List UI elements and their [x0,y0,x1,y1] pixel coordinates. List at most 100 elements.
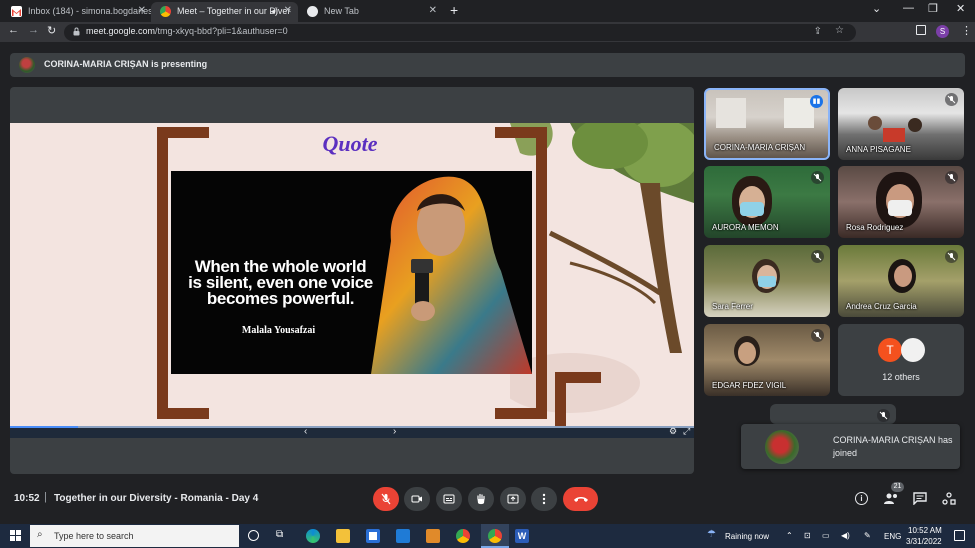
url-text: meet.google.com/tmg-xkyq-bbd?pli=1&authu… [86,26,288,36]
address-bar[interactable]: meet.google.com/tmg-xkyq-bbd?pli=1&authu… [64,24,856,41]
join-toast-line-1: CORINA-MARIA CRIȘAN has [833,435,953,445]
captions-button[interactable] [436,487,462,511]
chrome-icon [160,6,171,17]
quote-image: When the whole world is silent, even one… [171,171,532,374]
browser-toolbar: ← → ↻ meet.google.com/tmg-xkyq-bbd?pli=1… [0,22,975,42]
others-count-label: 12 others [882,372,920,382]
more-vertical-icon [542,493,546,505]
activities-icon [942,492,956,505]
slide-progress-track [78,426,694,428]
join-toast-text: CORINA-MARIA CRIȘAN has joined [833,434,957,460]
language-indicator[interactable]: ENG [884,532,901,541]
participant-name: Andrea Cruz Garcia [846,302,917,311]
mic-off-icon [877,409,890,422]
person-shape [908,118,922,132]
presentation-stage: Quote When the whole world is silent, ev… [10,87,694,474]
people-button[interactable] [883,491,899,505]
captions-icon [443,494,455,504]
reload-icon[interactable]: ↻ [47,24,56,37]
chrome-icon[interactable] [456,529,470,543]
tab-new-tab[interactable]: New Tab ✕ [298,2,443,22]
weather-text[interactable]: Raining now [725,532,769,541]
file-explorer-icon[interactable] [336,529,350,543]
settings-gear-icon[interactable] [426,529,440,543]
participant-tile[interactable]: ▮▮ CORINA-MARIA CRIȘAN [704,88,830,160]
share-icon[interactable]: ⇪ [814,26,822,37]
windows-start-icon[interactable] [10,530,21,541]
tab-google-meet[interactable]: Meet – Together in our Diver ◂) ✕ [151,2,298,22]
participant-tile-hidden [770,404,896,424]
speaker-icon[interactable]: ◂) [270,2,278,20]
forward-arrow-icon[interactable]: → [28,24,39,36]
more-options-button[interactable] [531,487,557,511]
participant-tile[interactable]: EDGAR FDEZ VIGIL [704,324,830,396]
bookmark-star-icon[interactable]: ☆ [835,25,844,36]
restore-icon[interactable]: ❐ [928,2,938,15]
settings-gear-icon[interactable]: ⚙ [669,426,677,437]
side-panel-icon[interactable] [916,25,926,35]
previous-slide-icon[interactable]: ‹ [304,426,307,437]
raise-hand-button[interactable] [468,487,494,511]
activities-button[interactable] [942,492,956,510]
participant-name: AURORA MEMON [712,223,779,232]
camera-toggle-button[interactable] [404,487,430,511]
participant-tile[interactable]: Rosa Rodriguez [838,166,964,238]
volume-icon[interactable]: ◀) [841,531,850,540]
battery-icon[interactable]: ▭ [822,531,830,540]
quote-author: Malala Yousafzai [241,325,316,336]
participant-tile[interactable]: AURORA MEMON [704,166,830,238]
close-tab-icon[interactable]: ✕ [138,2,146,20]
menu-kebab-icon[interactable]: ⋮ [961,24,972,37]
tab-label: Inbox (184) - simona.bogdanesc [28,6,152,16]
taskbar-search-placeholder: Type here to search [54,531,134,541]
meeting-details-icon[interactable]: i [855,492,868,505]
fullscreen-icon[interactable]: ⤢ [683,426,690,437]
taskbar-time[interactable]: 10:52 AM [908,526,942,535]
participant-tile[interactable]: Sara Ferrer [704,245,830,317]
participant-tile[interactable]: ANNA PISAGANE [838,88,964,160]
store-icon[interactable] [366,529,380,543]
new-tab-plus-icon[interactable]: + [450,2,458,18]
mic-off-icon [945,171,958,184]
close-tab-icon[interactable]: ✕ [284,2,292,20]
tab-search-chevron-icon[interactable]: ⌄ [872,2,881,15]
url-path: /tmg-xkyq-bbd?pli=1&authuser=0 [155,26,288,36]
notifications-icon[interactable] [954,530,965,541]
person-shape [738,342,756,364]
meeting-title: Together in our Diversity - Romania - Da… [54,493,259,504]
chat-button[interactable] [913,492,927,510]
profile-avatar[interactable]: S [936,25,949,38]
tab-gmail-inbox[interactable]: Inbox (184) - simona.bogdanesc ✕ [2,2,152,22]
pen-icon[interactable]: ✎ [864,531,871,540]
chrome-active-app[interactable] [481,524,509,548]
word-icon[interactable]: W [515,529,529,543]
task-view-icon[interactable]: ⧉ [276,529,283,540]
taskbar-date[interactable]: 3/31/2022 [906,537,942,546]
close-window-icon[interactable]: ✕ [956,2,965,15]
present-screen-button[interactable] [500,487,526,511]
mic-off-icon [811,329,824,342]
cortana-icon[interactable] [248,530,259,541]
slide-controls: ‹ › ⚙ ⤢ [10,426,694,438]
tray-chevron-icon[interactable]: ⌃ [786,531,793,540]
person-shape [883,128,905,142]
taskbar-search-box[interactable]: ⌕ Type here to search [30,525,239,547]
mail-icon[interactable] [396,529,410,543]
minimize-icon[interactable]: — [903,2,914,14]
mic-toggle-button[interactable] [373,487,399,511]
url-host: meet.google.com [86,26,156,36]
slide-heading: Quote [322,131,378,156]
edge-icon[interactable] [306,529,320,543]
next-slide-icon[interactable]: › [393,426,396,437]
mic-off-icon [811,171,824,184]
participant-tile[interactable]: Andrea Cruz Garcia [838,245,964,317]
join-notification-toast[interactable]: CORINA-MARIA CRIȘAN has joined [741,424,960,469]
participant-name: ANNA PISAGANE [846,145,911,154]
mic-off-icon [945,93,958,106]
network-icon[interactable]: ⊡ [804,531,811,540]
people-icon [884,493,897,504]
back-arrow-icon[interactable]: ← [8,24,19,36]
others-tile[interactable]: T 12 others [838,324,964,396]
close-tab-icon[interactable]: ✕ [429,2,437,20]
leave-call-button[interactable] [563,487,598,511]
